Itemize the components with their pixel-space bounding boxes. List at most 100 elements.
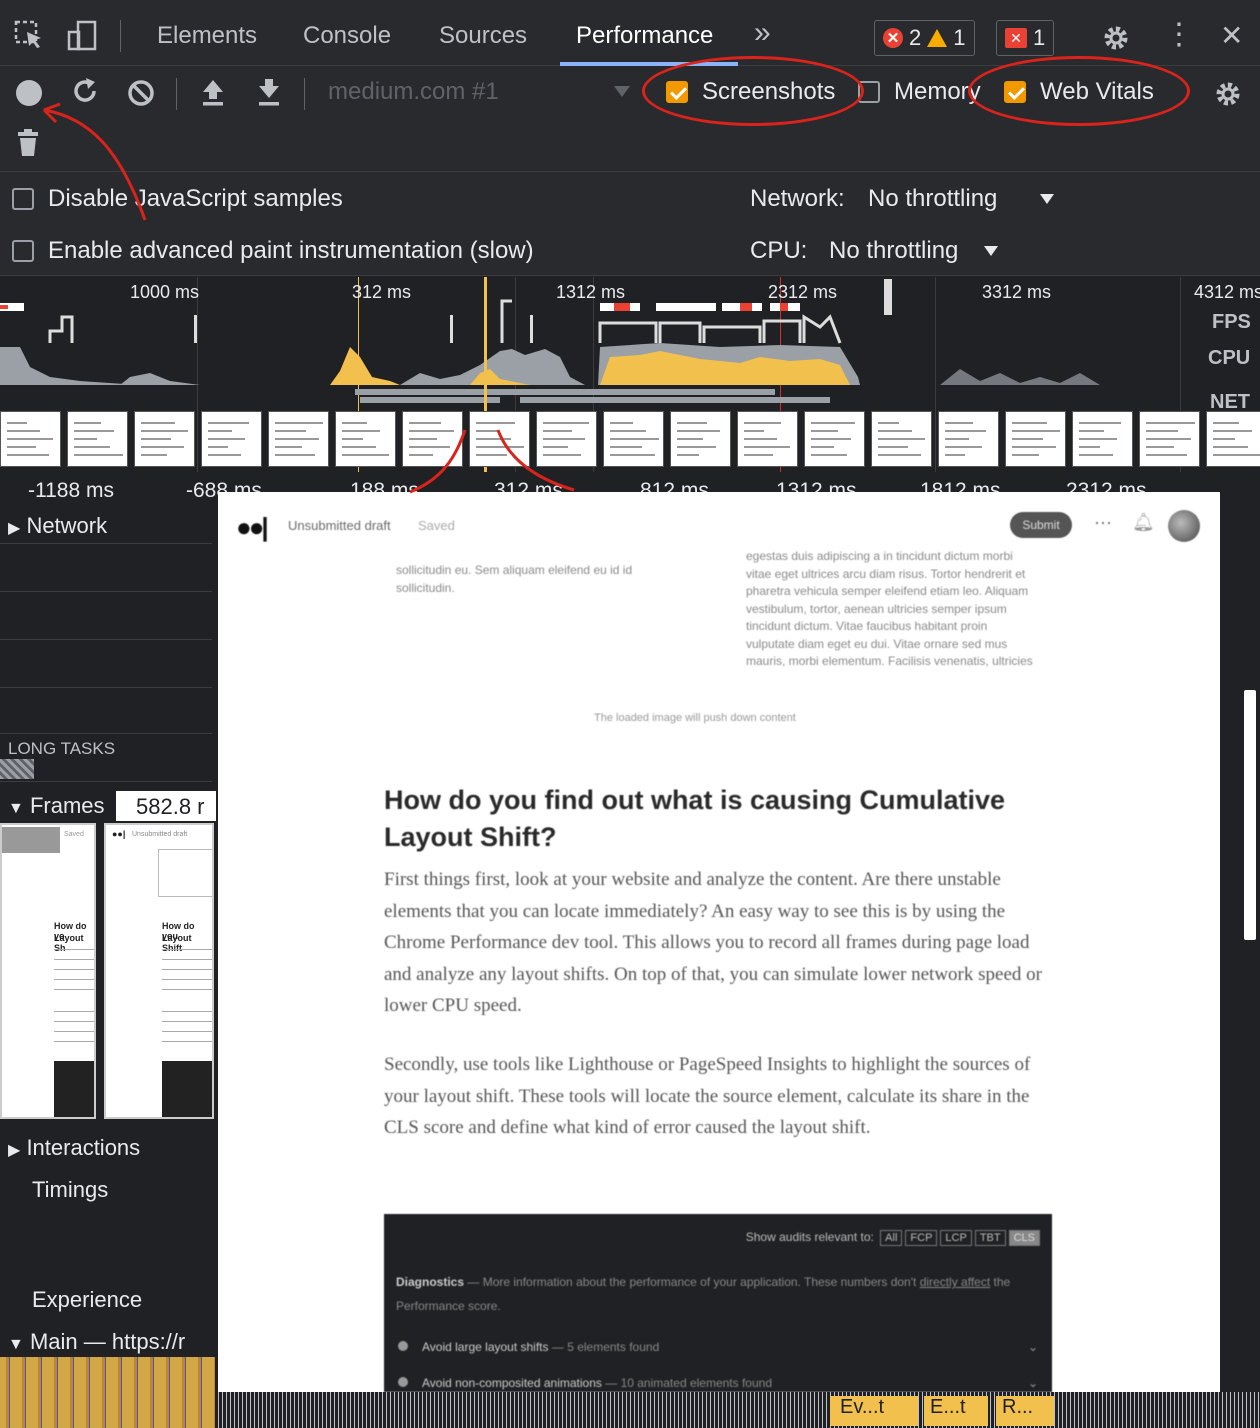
clear-icon[interactable] [126, 78, 156, 113]
filmstrip-thumbnail[interactable] [0, 411, 61, 467]
filmstrip-thumbnail[interactable] [67, 411, 128, 467]
filmstrip-thumbnail[interactable] [268, 411, 329, 467]
error-count: 2 [909, 25, 922, 50]
issues-badge[interactable]: ✕ 1 [996, 20, 1055, 56]
screenshot-preview-popup: ●●| Unsubmitted draft Saved Submit ··· 🔔… [218, 492, 1220, 1392]
settings-gear-icon[interactable] [1100, 22, 1132, 59]
network-track-label: Network [26, 513, 108, 538]
draft-status: Unsubmitted draft [288, 518, 391, 533]
filmstrip-thumbnail[interactable] [469, 411, 530, 467]
avatar[interactable] [1168, 510, 1200, 542]
audit-item[interactable]: Avoid non-composited animations — 10 ani… [398, 1376, 1038, 1390]
tab-sources[interactable]: Sources [439, 22, 527, 50]
disable-js-samples-checkbox[interactable] [12, 188, 34, 210]
network-throttle-arrow-icon[interactable] [1040, 194, 1054, 204]
diagnostics-link[interactable]: directly affect [920, 1275, 990, 1289]
ruler-tick: -1188 ms [28, 479, 114, 502]
chevron-down-icon: ⌄ [1027, 1340, 1038, 1354]
notifications-bell-icon[interactable]: 🔔︎ [1132, 512, 1155, 533]
device-toolbar-icon[interactable] [66, 20, 98, 57]
network-throttle-select[interactable]: No throttling [868, 185, 997, 213]
timings-track-label[interactable]: Timings [32, 1177, 108, 1203]
lighthouse-diagnostics-panel: Show audits relevant to: All FCP LCP TBT CLS… [384, 1214, 1052, 1392]
audit-filter-chip[interactable]: TBT [974, 1230, 1006, 1246]
audit-item[interactable]: Avoid large layout shifts — 5 elements f… [398, 1340, 1038, 1354]
console-counts-badge[interactable]: ✕ 2 1 [874, 20, 975, 56]
tab-elements[interactable]: Elements [157, 22, 257, 50]
chevron-down-icon: ⌄ [1027, 1376, 1038, 1390]
filmstrip-thumbnail[interactable] [201, 411, 262, 467]
network-track-header[interactable]: ▶ Network [8, 513, 107, 539]
kebab-menu-icon[interactable]: ⋮ [1164, 20, 1194, 50]
frame-screenshot[interactable]: ●●| Unsubmitted draft How do you Layout … [104, 823, 214, 1119]
warning-icon [927, 29, 948, 47]
filmstrip-thumbnail[interactable] [670, 411, 731, 467]
flame-event[interactable]: R... [996, 1396, 1054, 1426]
frames-track-label: Frames [29, 793, 105, 818]
audit-filter-chip[interactable]: LCP [940, 1230, 972, 1246]
download-profile-icon[interactable] [254, 76, 284, 113]
advanced-paint-checkbox[interactable] [12, 240, 34, 262]
filmstrip-thumbnail[interactable] [134, 411, 195, 467]
track-list: ▶ Network LONG TASKS ▼ Frames 582.8 r Sa… [0, 505, 216, 1428]
warning-count: 1 [953, 25, 966, 50]
upload-profile-icon[interactable] [198, 76, 228, 113]
profile-select-arrow-icon[interactable] [614, 86, 630, 97]
garbage-collect-trash-icon[interactable] [16, 128, 40, 163]
filmstrip-thumbnail[interactable] [804, 411, 865, 467]
filmstrip-thumbnail[interactable] [335, 411, 396, 467]
cpu-throttle-select[interactable]: No throttling [829, 237, 958, 265]
record-button[interactable] [16, 80, 42, 106]
expand-arrow-icon: ▶ [8, 520, 21, 537]
filmstrip-thumbnail[interactable] [402, 411, 463, 467]
cpu-throttle-arrow-icon[interactable] [984, 246, 998, 256]
expand-arrow-icon: ▶ [8, 1142, 21, 1159]
filmstrip-thumbnail[interactable] [1206, 411, 1260, 467]
flame-event[interactable]: Ev...t [830, 1396, 918, 1426]
issues-icon: ✕ [1005, 28, 1027, 48]
filmstrip-thumbnail[interactable] [1005, 411, 1066, 467]
timeline-overview[interactable]: 1000 ms 312 ms 1312 ms 2312 ms 3312 ms 4… [0, 277, 1260, 475]
long-task-block[interactable] [0, 759, 34, 779]
cpu-throttle-label: CPU: [750, 237, 808, 264]
close-devtools-icon[interactable]: ✕ [1220, 22, 1243, 50]
submit-button[interactable]: Submit [1010, 512, 1072, 538]
filmstrip-thumbnail[interactable] [603, 411, 664, 467]
flame-event[interactable]: E...t [924, 1396, 988, 1426]
filmstrip-thumbnail[interactable] [938, 411, 999, 467]
scrollbar-thumb[interactable] [1244, 690, 1256, 940]
more-options-icon[interactable]: ··· [1094, 512, 1112, 533]
reload-record-icon[interactable] [70, 76, 100, 111]
cpu-lane-label: CPU [1208, 347, 1251, 369]
filmstrip-thumbnail[interactable] [536, 411, 597, 467]
audit-filter-chip[interactable]: CLS [1008, 1230, 1040, 1246]
filmstrip-thumbnail[interactable] [1139, 411, 1200, 467]
diagnostics-title: Diagnostics [396, 1275, 465, 1289]
filmstrip-thumbnail[interactable] [1072, 411, 1133, 467]
more-tabs-button[interactable]: » [754, 16, 771, 50]
main-thread-track-label: Main — https://r [29, 1329, 186, 1354]
issues-count: 1 [1033, 25, 1046, 50]
tab-performance[interactable]: Performance [576, 22, 713, 50]
frame-screenshot[interactable]: Saved How do yo Layout Sh [0, 823, 96, 1119]
long-tasks-label: LONG TASKS [8, 739, 116, 758]
collapse-arrow-icon: ▼ [8, 800, 24, 817]
right-column-text: egestas duis adipiscing a in tincidunt d… [746, 549, 1033, 668]
inspect-element-icon[interactable] [14, 20, 44, 55]
audit-filter-chip[interactable]: All [880, 1230, 903, 1246]
main-thread-flame-chart[interactable] [0, 1357, 215, 1428]
main-thread-track-header[interactable]: ▼ Main — https://r [8, 1329, 185, 1355]
experience-track-label[interactable]: Experience [32, 1287, 142, 1313]
interactions-track-header[interactable]: ▶ Interactions [8, 1135, 140, 1161]
collapse-arrow-icon: ▼ [8, 1336, 24, 1353]
filmstrip-thumbnail[interactable] [871, 411, 932, 467]
frames-track-header[interactable]: ▼ Frames [8, 793, 105, 819]
article-paragraph-2: Secondly, use tools like Lighthouse or P… [384, 1054, 1031, 1138]
audit-bullet-icon [398, 1341, 408, 1351]
capture-settings-gear-icon[interactable] [1212, 78, 1244, 115]
flame-chart-bottom-strip[interactable] [215, 1392, 1260, 1428]
filmstrip-thumbnail[interactable] [737, 411, 798, 467]
profile-select[interactable]: medium.com #1 [328, 78, 499, 106]
tab-console[interactable]: Console [303, 22, 391, 50]
audit-filter-chip[interactable]: FCP [905, 1230, 938, 1246]
